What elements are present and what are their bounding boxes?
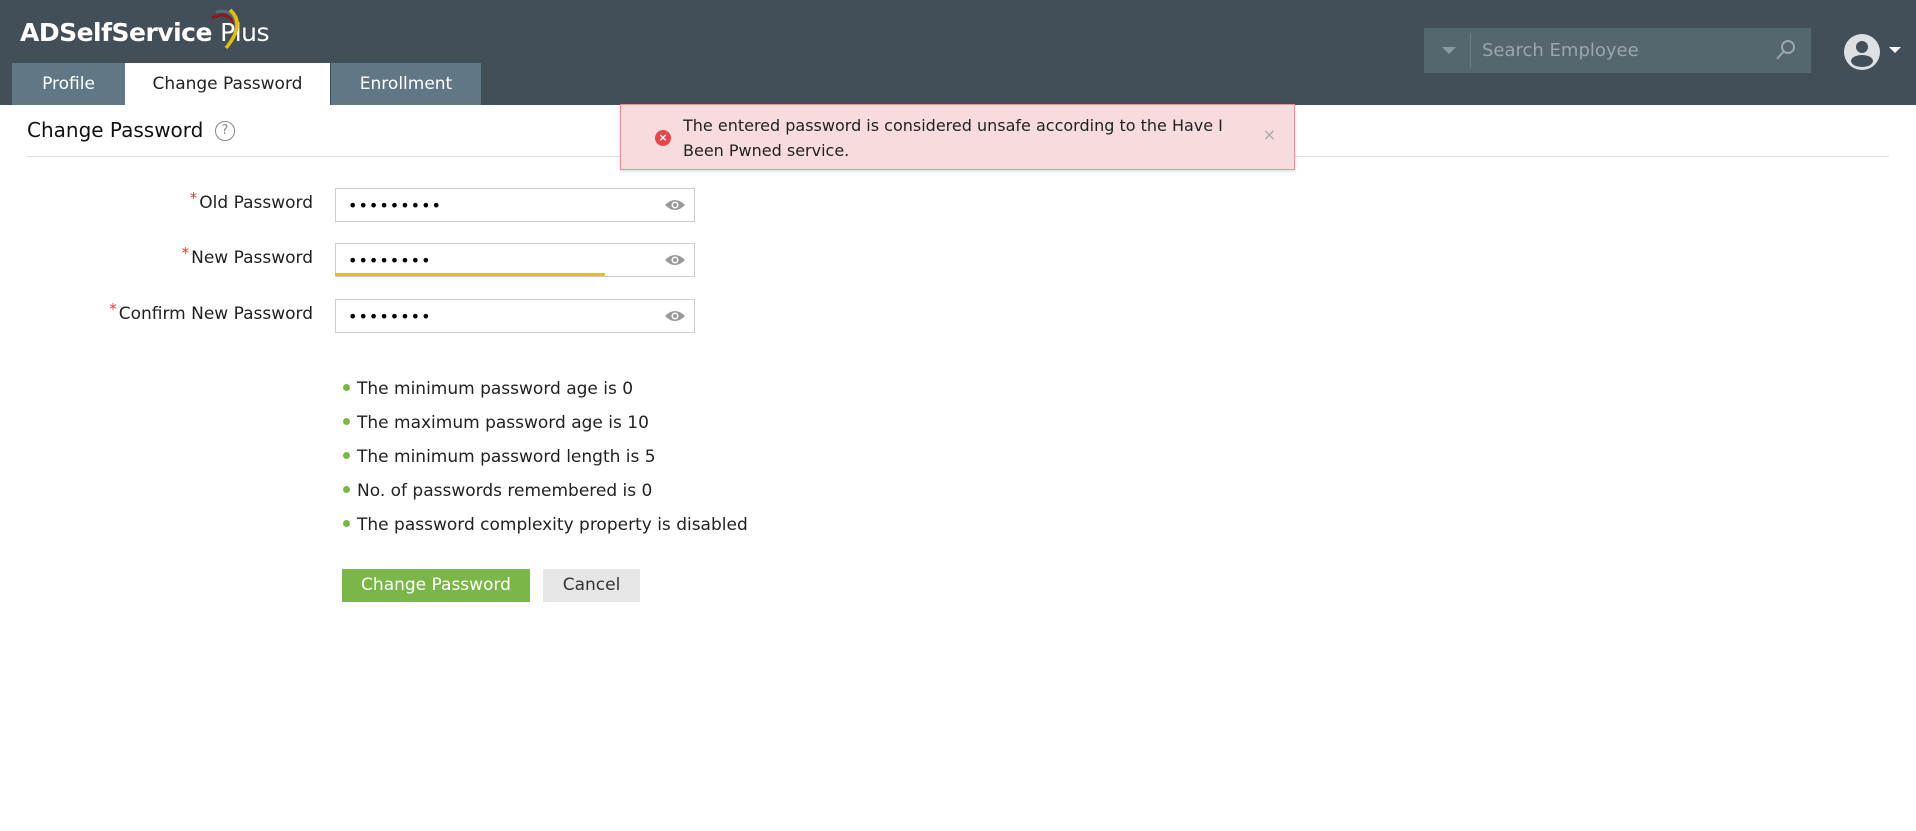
rule-text: The minimum password age is 0 bbox=[357, 379, 634, 399]
password-strength-bar bbox=[335, 273, 605, 276]
required-marker: * bbox=[109, 300, 117, 318]
cancel-button[interactable]: Cancel bbox=[543, 569, 640, 602]
logo: ADSelfService Plus bbox=[20, 8, 270, 50]
toast-message: The entered password is considered unsaf… bbox=[683, 116, 1223, 160]
bullet-icon bbox=[343, 451, 350, 459]
bullet-icon bbox=[343, 485, 350, 493]
show-password-eye-icon[interactable] bbox=[664, 253, 686, 267]
old-password-field bbox=[335, 188, 695, 222]
error-toast: × The entered password is considered uns… bbox=[620, 104, 1295, 170]
show-password-eye-icon[interactable] bbox=[664, 198, 686, 212]
policy-rule: The minimum password length is 5 bbox=[343, 447, 656, 467]
logo-text: ADSelfService bbox=[20, 18, 212, 47]
confirm-password-label: * Confirm New Password bbox=[109, 300, 313, 324]
search-separator bbox=[1470, 33, 1471, 68]
policy-rule: The minimum password age is 0 bbox=[343, 379, 633, 399]
page-title: Change Password bbox=[27, 118, 204, 142]
label-text: Old Password bbox=[199, 193, 313, 213]
search-filter-dropdown-icon[interactable] bbox=[1442, 47, 1456, 54]
confirm-password-input[interactable] bbox=[348, 300, 648, 332]
user-avatar-icon[interactable] bbox=[1843, 33, 1881, 71]
rule-text: No. of passwords remembered is 0 bbox=[357, 481, 653, 501]
label-text: New Password bbox=[191, 248, 313, 268]
error-icon: × bbox=[655, 130, 671, 146]
show-password-eye-icon[interactable] bbox=[664, 309, 686, 323]
logo-arc-icon bbox=[211, 8, 239, 50]
policy-rule: The password complexity property is disa… bbox=[343, 515, 748, 535]
rule-text: The password complexity property is disa… bbox=[357, 515, 748, 535]
policy-rule: No. of passwords remembered is 0 bbox=[343, 481, 652, 501]
bullet-icon bbox=[343, 417, 350, 425]
close-icon[interactable]: × bbox=[1263, 125, 1276, 144]
change-password-button[interactable]: Change Password bbox=[342, 569, 530, 602]
new-password-input[interactable] bbox=[348, 244, 648, 276]
tab-change-password[interactable]: Change Password bbox=[125, 63, 330, 105]
label-text: Confirm New Password bbox=[118, 304, 313, 324]
user-menu-caret-icon[interactable] bbox=[1889, 47, 1901, 53]
confirm-password-field bbox=[335, 299, 695, 333]
top-header: ADSelfService Plus Profile Change Passwo… bbox=[0, 0, 1916, 105]
required-marker: * bbox=[189, 189, 198, 207]
search-icon[interactable] bbox=[1775, 38, 1797, 62]
bullet-icon bbox=[343, 519, 350, 527]
help-icon[interactable]: ? bbox=[215, 121, 235, 141]
new-password-field bbox=[335, 243, 695, 277]
old-password-input[interactable] bbox=[348, 189, 648, 221]
rule-text: The maximum password age is 10 bbox=[357, 413, 649, 433]
policy-rule: The maximum password age is 10 bbox=[343, 413, 649, 433]
rule-text: The minimum password length is 5 bbox=[357, 447, 656, 467]
tab-enrollment[interactable]: Enrollment bbox=[331, 63, 481, 105]
search-employee-box bbox=[1424, 28, 1811, 73]
old-password-label: * Old Password bbox=[190, 189, 313, 213]
required-marker: * bbox=[181, 244, 190, 262]
bullet-icon bbox=[343, 383, 350, 391]
new-password-label: * New Password bbox=[182, 244, 313, 268]
tab-profile[interactable]: Profile bbox=[12, 63, 125, 105]
search-input[interactable] bbox=[1482, 28, 1762, 73]
